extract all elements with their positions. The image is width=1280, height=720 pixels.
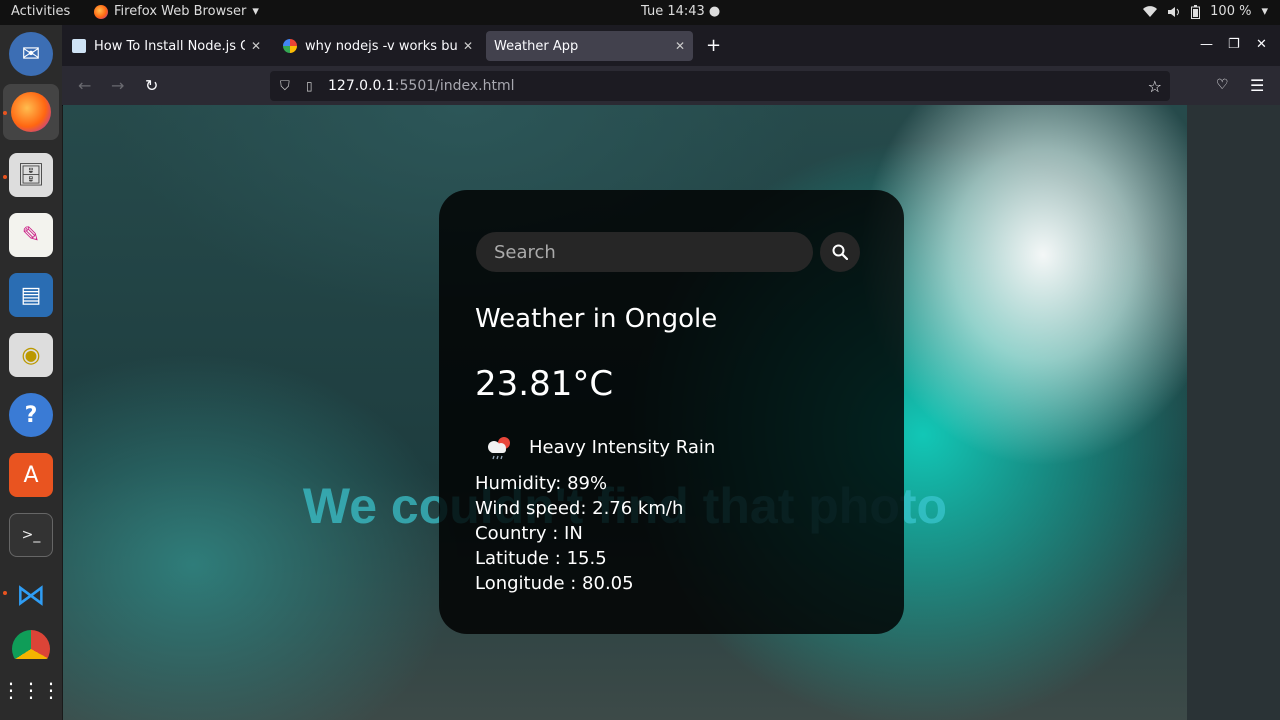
firefox-icon <box>94 4 108 19</box>
clock[interactable]: Tue 14:43 ● <box>641 4 720 19</box>
tab-title: How To Install Node.js On <box>94 38 245 54</box>
activities-button[interactable]: Activities <box>11 4 70 19</box>
search-input[interactable] <box>476 232 813 272</box>
chevron-down-icon: ▾ <box>252 4 259 19</box>
bookmark-star-icon[interactable]: ☆ <box>1148 77 1162 96</box>
google-icon <box>283 39 297 53</box>
system-tray[interactable]: 100 % ▾ <box>1143 4 1268 19</box>
firefox-icon <box>11 92 51 132</box>
battery-percent: 100 % <box>1210 4 1252 19</box>
page-icon: ▯ <box>306 79 313 93</box>
running-indicator <box>3 591 7 595</box>
search-icon <box>832 244 848 260</box>
longitude: Longitude : 80.05 <box>475 573 634 594</box>
thunderbird-icon[interactable]: ✉ <box>9 32 53 76</box>
close-icon[interactable]: ✕ <box>463 39 473 53</box>
volume-icon <box>1168 6 1180 17</box>
weather-description: Heavy Intensity Rain <box>529 437 716 458</box>
latitude: Latitude : 15.5 <box>475 548 607 569</box>
wifi-icon <box>1143 5 1158 17</box>
terminal-icon[interactable]: >_ <box>9 513 53 557</box>
chevron-down-icon: ▾ <box>1261 4 1268 19</box>
tab-title: Weather App <box>494 38 579 54</box>
weather-card: Weather in Ongole 23.81°C Heavy Intensit… <box>439 190 904 634</box>
rain-cloud-icon <box>488 437 510 460</box>
temperature: 23.81°C <box>475 364 614 404</box>
wind-speed: Wind speed: 2.76 km/h <box>475 498 684 519</box>
shield-icon: ⛉ <box>280 78 290 94</box>
search-button[interactable] <box>820 232 860 272</box>
window-close-icon[interactable]: ✕ <box>1256 37 1267 52</box>
tab-nodejs-install[interactable]: How To Install Node.js On ✕ <box>64 31 269 61</box>
hamburger-menu-icon[interactable]: ☰ <box>1250 76 1264 95</box>
help-icon[interactable]: ? <box>9 393 53 437</box>
country: Country : IN <box>475 523 583 544</box>
restore-icon[interactable]: ❐ <box>1228 37 1240 52</box>
city-heading: Weather in Ongole <box>475 304 718 334</box>
url-path: :5501/index.html <box>394 78 515 94</box>
tab-nodejs-question[interactable]: why nodejs -v works but r ✕ <box>275 31 481 61</box>
url-bar[interactable]: ⛉ ▯ 127.0.0.1:5501/index.html ☆ <box>270 71 1170 101</box>
dock: ✉ 🗄 ✎ ▤ ◉ ? A >_ ⋈ ⋮⋮⋮ <box>0 25 63 720</box>
running-indicator <box>3 175 7 179</box>
system-top-bar: Activities Firefox Web Browser ▾ Tue 14:… <box>0 0 1280 25</box>
close-icon[interactable]: ✕ <box>251 39 261 53</box>
page-side-strip <box>1187 105 1280 720</box>
forward-arrow-icon[interactable]: → <box>111 76 124 95</box>
running-indicator <box>3 111 7 115</box>
files-icon[interactable]: 🗄 <box>9 153 53 197</box>
pocket-icon[interactable]: ♡ <box>1216 77 1229 93</box>
url-host: 127.0.0.1 <box>328 78 395 94</box>
rhythmbox-icon[interactable]: ◉ <box>9 333 53 377</box>
battery-icon <box>1191 4 1201 19</box>
reload-icon[interactable]: ↻ <box>145 76 158 95</box>
navigation-toolbar: ← → ↻ ⛉ ▯ 127.0.0.1:5501/index.html ☆ ♡ … <box>62 66 1280 106</box>
back-arrow-icon[interactable]: ← <box>78 76 91 95</box>
vscode-icon[interactable]: ⋈ <box>9 573 53 617</box>
tab-weather-app[interactable]: Weather App ✕ <box>486 31 693 61</box>
writer-icon[interactable]: ▤ <box>9 273 53 317</box>
page-favicon-icon <box>72 39 86 53</box>
text-editor-icon[interactable]: ✎ <box>9 213 53 257</box>
software-store-icon[interactable]: A <box>9 453 53 497</box>
minimize-icon[interactable]: — <box>1200 37 1213 52</box>
close-icon[interactable]: ✕ <box>675 39 685 53</box>
page-viewport: We couldn't find that photo Weather in O… <box>63 105 1187 720</box>
firefox-dock-icon[interactable] <box>3 84 59 140</box>
app-grid-icon[interactable]: ⋮⋮⋮ <box>1 668 61 712</box>
app-menu-label: Firefox Web Browser <box>114 4 247 19</box>
humidity: Humidity: 89% <box>475 473 608 494</box>
app-menu[interactable]: Firefox Web Browser ▾ <box>94 4 259 19</box>
tab-bar: How To Install Node.js On ✕ why nodejs -… <box>62 25 1280 66</box>
chrome-icon[interactable] <box>9 629 53 659</box>
tab-title: why nodejs -v works but r <box>305 38 457 54</box>
new-tab-plus-icon[interactable]: + <box>706 35 721 56</box>
